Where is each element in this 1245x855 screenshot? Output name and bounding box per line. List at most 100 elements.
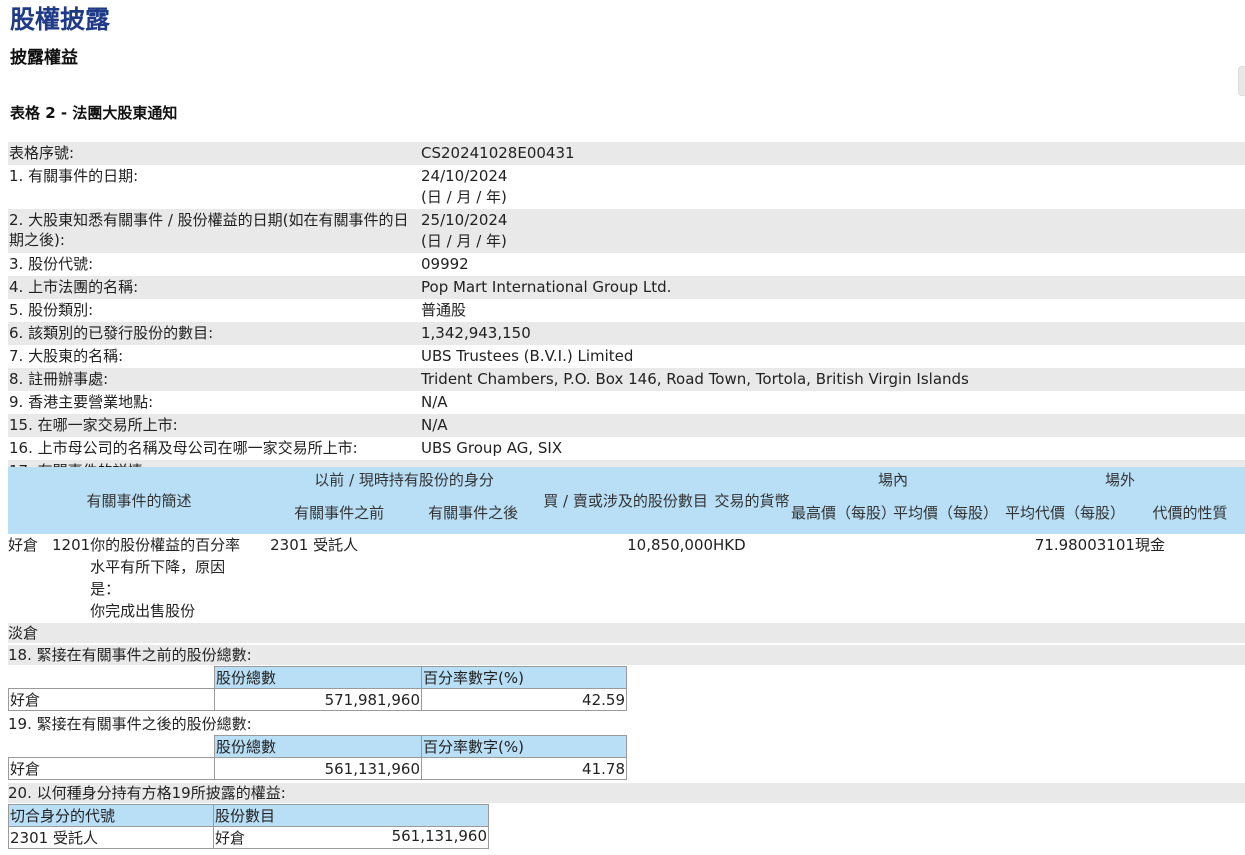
col-header-on-exchange: 場內	[791, 467, 995, 492]
field-row: 8. 註冊辦事處: Trident Chambers, P.O. Box 146…	[8, 368, 1245, 391]
field-value: 1,342,943,150	[421, 324, 531, 342]
field-label: 16. 上市母公司的名稱及母公司在哪一家交易所上市:	[9, 439, 358, 457]
field-label: 8. 註冊辦事處:	[9, 370, 109, 388]
field-value: N/A	[421, 393, 448, 411]
table-row: 好倉 1201 你的股份權益的百分率 水平有所下降，原因 是： 你完成出售股份 …	[8, 534, 1245, 622]
currency: HKD	[713, 536, 746, 554]
percentage: 41.78	[421, 757, 627, 780]
nature-of-consideration: 現金	[1134, 536, 1165, 554]
total-shares: 571,981,960	[214, 688, 422, 711]
average-consideration: 71.98003101	[1034, 536, 1135, 554]
field-label: 3. 股份代號:	[9, 255, 94, 273]
position-type: 好倉	[215, 829, 246, 847]
description-line: 水平有所下降，原因	[90, 558, 226, 576]
col-header-nature-consideration: 代價的性質	[1134, 492, 1245, 534]
field-value-note: (日 / 月 / 年)	[421, 232, 507, 250]
field-row: 表格序號: CS20241028E00431	[8, 142, 1245, 165]
capacity-code: 2301 受託人	[8, 826, 214, 849]
field-row: 6. 該類別的已發行股份的數目: 1,342,943,150	[8, 322, 1245, 345]
field-row: 9. 香港主要營業地點: N/A	[8, 391, 1245, 414]
field-row: 2. 大股東知悉有關事件 / 股份權益的日期(如在有關事件的日期之後): 25/…	[8, 209, 1245, 253]
col-header-average-price: 平均價（每股）	[892, 492, 998, 534]
col-header-percentage: 百分率數字(%)	[421, 735, 627, 758]
field-label: 表格序號:	[9, 144, 75, 162]
shares-involved: 10,850,000	[627, 536, 714, 554]
description-line: 你完成出售股份	[90, 602, 196, 620]
section-18-label: 18. 緊接在有關事件之前的股份總數:	[8, 645, 1245, 665]
col-header-total-shares: 股份總數	[214, 666, 422, 689]
field-label: 7. 大股東的名稱:	[9, 347, 124, 365]
col-header-capacity: 以前 / 現時持有股份的身分	[270, 467, 539, 492]
shares-cell: 好倉 561,131,960	[213, 826, 489, 849]
description-line: 你的股份權益的百分率	[90, 536, 241, 554]
position-type: 好倉	[8, 688, 215, 711]
section-19-label: 19. 緊接在有關事件之後的股份總數:	[8, 715, 252, 733]
capacity-after	[408, 534, 538, 622]
capacity-before: 2301 受託人	[270, 536, 359, 554]
field-label: 1. 有關事件的日期:	[9, 167, 139, 185]
col-header-currency: 交易的貨幣	[713, 467, 792, 534]
col-header-description: 有關事件的簡述	[8, 467, 271, 534]
blank-cell	[9, 736, 215, 758]
table-row: 2301 受託人 好倉 561,131,960	[8, 826, 489, 849]
page-subtitle: 披露權益	[10, 48, 78, 68]
section-18-table: 股份總數 百分率數字(%) 好倉 571,981,960 42.59	[8, 666, 627, 711]
blank-cell	[9, 667, 215, 689]
average-price	[893, 534, 995, 622]
position-type: 好倉	[8, 536, 39, 554]
event-details-table: 有關事件的簡述 以前 / 現時持有股份的身分 買 / 賣或涉及的股份數目 交易的…	[8, 467, 1245, 622]
field-value: 24/10/2024	[421, 167, 508, 185]
event-description: 你的股份權益的百分率 水平有所下降，原因 是： 你完成出售股份	[90, 534, 270, 622]
field-value: 09992	[421, 255, 469, 273]
field-row: 1. 有關事件的日期: 24/10/2024 (日 / 月 / 年)	[8, 165, 1245, 209]
table-row: 好倉 561,131,960 41.78	[8, 757, 627, 780]
field-label: 9. 香港主要營業地點:	[9, 393, 154, 411]
highest-price	[791, 534, 893, 622]
col-header-shares: 買 / 賣或涉及的股份數目	[538, 467, 714, 534]
total-shares: 561,131,960	[214, 757, 422, 780]
field-label: 15. 在哪一家交易所上市:	[9, 416, 178, 434]
scroll-handle[interactable]	[1238, 66, 1245, 96]
short-position-label: 淡倉	[8, 623, 1245, 643]
col-header-percentage: 百分率數字(%)	[421, 666, 627, 689]
field-value: 25/10/2024	[421, 211, 508, 229]
field-value: N/A	[421, 416, 448, 434]
field-value: UBS Trustees (B.V.I.) Limited	[421, 347, 634, 365]
field-value: 普通股	[421, 301, 467, 319]
section-20-table: 切合身分的代號 股份數目 2301 受託人 好倉 561,131,960	[8, 804, 489, 849]
field-row: 5. 股份類別: 普通股	[8, 299, 1245, 322]
section-19-table: 股份總數 百分率數字(%) 好倉 561,131,960 41.78	[8, 735, 627, 780]
col-header-off-exchange: 場外	[994, 467, 1245, 492]
col-header-average-consideration: 平均代價（每股）	[994, 492, 1135, 534]
table-row: 好倉 571,981,960 42.59	[8, 688, 627, 711]
percentage: 42.59	[421, 688, 627, 711]
col-header-total-shares: 股份總數	[214, 735, 422, 758]
field-row: 3. 股份代號: 09992	[8, 253, 1245, 276]
number-of-shares: 561,131,960	[391, 827, 487, 845]
field-value: Trident Chambers, P.O. Box 146, Road Tow…	[421, 370, 969, 388]
col-header-number-of-shares: 股份數目	[213, 804, 489, 827]
field-value-note: (日 / 月 / 年)	[421, 188, 507, 206]
field-label: 4. 上市法團的名稱:	[9, 278, 139, 296]
field-value: Pop Mart International Group Ltd.	[421, 278, 672, 296]
event-code: 1201	[51, 536, 91, 554]
field-row: 7. 大股東的名稱: UBS Trustees (B.V.I.) Limited	[8, 345, 1245, 368]
field-row: 15. 在哪一家交易所上市: N/A	[8, 414, 1245, 437]
description-line: 是：	[90, 580, 121, 598]
position-type: 好倉	[8, 757, 215, 780]
field-list: 表格序號: CS20241028E00431 1. 有關事件的日期: 24/10…	[8, 142, 1245, 482]
page-title: 股權披露	[10, 5, 111, 34]
field-label: 2. 大股東知悉有關事件 / 股份權益的日期(如在有關事件的日期之後):	[9, 211, 409, 249]
field-row: 16. 上市母公司的名稱及母公司在哪一家交易所上市: UBS Group AG,…	[8, 437, 1245, 460]
field-value: CS20241028E00431	[421, 144, 575, 162]
col-header-highest-price: 最高價（每股）	[791, 492, 896, 534]
form-name: 表格 2 - 法團大股東通知	[10, 104, 178, 122]
field-value: UBS Group AG, SIX	[421, 439, 563, 457]
col-header-capacity-code: 切合身分的代號	[8, 804, 214, 827]
field-label: 5. 股份類別:	[9, 301, 94, 319]
field-label: 6. 該類別的已發行股份的數目:	[9, 324, 214, 342]
field-row: 4. 上市法團的名稱: Pop Mart International Group…	[8, 276, 1245, 299]
section-20-label: 20. 以何種身分持有方格19所披露的權益:	[8, 783, 1245, 803]
col-header-before: 有關事件之前	[270, 492, 409, 534]
col-header-after: 有關事件之後	[408, 492, 539, 534]
